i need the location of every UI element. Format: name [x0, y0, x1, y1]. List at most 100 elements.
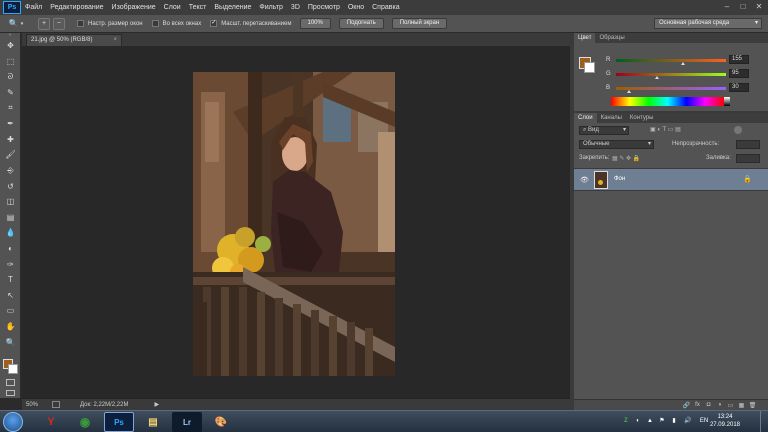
- link-layers-icon[interactable]: 🔗: [681, 402, 692, 409]
- eye-icon[interactable]: 👁: [580, 176, 589, 184]
- paint-icon[interactable]: 🎨: [206, 412, 236, 432]
- history-brush-tool-icon[interactable]: ↺: [0, 178, 21, 194]
- filter-toggle-icon[interactable]: [734, 126, 742, 134]
- layer-row-background[interactable]: 👁 Фон 🔒: [574, 168, 768, 191]
- quick-mask-icon[interactable]: [6, 379, 15, 386]
- menu-help[interactable]: Справка: [368, 0, 403, 15]
- type-tool-icon[interactable]: T: [0, 272, 21, 288]
- color-swatches[interactable]: [3, 359, 19, 375]
- menu-window[interactable]: Окно: [344, 0, 368, 15]
- blur-tool-icon[interactable]: 💧: [0, 225, 21, 241]
- canvas-area[interactable]: [22, 46, 570, 398]
- menu-type[interactable]: Текст: [185, 0, 211, 15]
- hand-tool-icon[interactable]: ✋: [0, 319, 21, 335]
- blue-track[interactable]: [616, 86, 726, 93]
- menu-layers[interactable]: Слои: [160, 0, 185, 15]
- gradient-tool-icon[interactable]: ▤: [0, 210, 21, 226]
- menu-edit[interactable]: Редактирование: [46, 0, 107, 15]
- close-button[interactable]: ✕: [752, 1, 766, 12]
- tab-color[interactable]: Цвет: [574, 33, 596, 43]
- yandex-browser-icon[interactable]: Y: [36, 412, 66, 432]
- eyedropper-tool-icon[interactable]: ✒: [0, 116, 21, 132]
- lasso-tool-icon[interactable]: ᘐ: [0, 69, 21, 85]
- black-white-ramp[interactable]: [724, 97, 730, 106]
- tray-arrow-icon[interactable]: ▲: [646, 417, 654, 425]
- document-image[interactable]: [193, 72, 395, 376]
- action-center-flag-icon[interactable]: ⚑: [658, 417, 666, 425]
- green-slider-thumb[interactable]: [654, 75, 659, 79]
- layer-mask-icon[interactable]: ◘: [703, 402, 714, 408]
- actual-pixels-button[interactable]: 100%: [299, 18, 331, 29]
- photoshop-taskbar-icon[interactable]: Ps: [104, 412, 134, 432]
- zoom-in-icon[interactable]: +: [38, 17, 50, 30]
- zoom-out-icon[interactable]: −: [53, 17, 65, 30]
- fit-screen-button[interactable]: Подогнать: [338, 18, 384, 29]
- tab-layers[interactable]: Слои: [574, 113, 597, 123]
- volume-icon[interactable]: 🔊: [684, 417, 692, 425]
- menu-select[interactable]: Выделение: [210, 0, 255, 15]
- status-menu-arrow-icon[interactable]: ▶: [154, 401, 159, 408]
- tray-z-icon[interactable]: Z: [622, 417, 630, 425]
- background-color-swatch[interactable]: [8, 364, 18, 374]
- menu-3d[interactable]: 3D: [287, 0, 304, 15]
- menu-filter[interactable]: Фильтр: [255, 0, 287, 15]
- workspace-select[interactable]: Основная рабочая среда ▾: [654, 18, 762, 29]
- red-track[interactable]: [616, 58, 726, 65]
- color-spectrum-bar[interactable]: [611, 97, 724, 106]
- lightroom-icon[interactable]: Lr: [172, 412, 202, 432]
- pen-tool-icon[interactable]: ✑: [0, 256, 21, 272]
- menu-image[interactable]: Изображение: [108, 0, 160, 15]
- zoom-tool-icon[interactable]: 🔍: [0, 334, 21, 350]
- green-value[interactable]: 95: [729, 69, 749, 78]
- zoom-level[interactable]: 50%: [26, 402, 38, 408]
- lock-icons[interactable]: ▦ ✎ ✥ 🔒: [612, 155, 640, 162]
- resize-windows-checkbox[interactable]: Настр. размер окон: [77, 20, 143, 27]
- battery-icon[interactable]: ▮: [670, 417, 678, 425]
- rectangle-tool-icon[interactable]: ▭: [0, 303, 21, 319]
- layer-name[interactable]: Фон: [614, 176, 625, 182]
- tool-preset-picker[interactable]: 🔍 ▾: [4, 17, 28, 31]
- menu-view[interactable]: Просмотр: [304, 0, 344, 15]
- scrubby-zoom-checkbox[interactable]: ✓ Масшт. перетаскиванием: [210, 20, 292, 27]
- minimize-button[interactable]: –: [720, 1, 734, 12]
- quick-select-tool-icon[interactable]: ✎: [0, 85, 21, 101]
- healing-brush-tool-icon[interactable]: ✚: [0, 132, 21, 148]
- document-tab[interactable]: 21.jpg @ 50% (RGB/8) ×: [26, 34, 122, 46]
- filter-type-icons[interactable]: ▣ ◐ T ▭ ▤: [650, 126, 681, 133]
- move-tool-icon[interactable]: ✥: [0, 38, 21, 54]
- fill-input[interactable]: [736, 154, 760, 163]
- layer-filter-select[interactable]: ⌕ Вид ▾: [579, 126, 629, 135]
- language-indicator[interactable]: EN: [698, 417, 710, 425]
- color-panel-background-swatch[interactable]: [584, 62, 595, 73]
- green-track[interactable]: [616, 72, 726, 79]
- trash-icon[interactable]: 🗑: [747, 402, 758, 409]
- red-slider-thumb[interactable]: [681, 61, 686, 65]
- fill-screen-button[interactable]: Полный экран: [391, 18, 448, 29]
- menu-file[interactable]: Файл: [21, 0, 46, 15]
- show-desktop-button[interactable]: [760, 411, 768, 432]
- close-icon[interactable]: ×: [113, 35, 117, 46]
- dodge-tool-icon[interactable]: ◐: [0, 241, 21, 257]
- tray-app-icon[interactable]: ◐: [634, 417, 642, 425]
- adjustment-layer-icon[interactable]: ◑: [714, 402, 725, 408]
- red-value[interactable]: 155: [729, 55, 749, 64]
- blue-slider-thumb[interactable]: [627, 89, 632, 93]
- crop-tool-icon[interactable]: ⌗: [0, 100, 21, 116]
- share-icon[interactable]: [52, 401, 61, 408]
- layer-style-icon[interactable]: fx: [692, 402, 703, 408]
- eraser-tool-icon[interactable]: ◫: [0, 194, 21, 210]
- start-button[interactable]: [3, 412, 23, 432]
- chrome-icon[interactable]: ◉: [70, 412, 100, 432]
- system-clock[interactable]: 13:24 27.09.2018: [710, 413, 740, 429]
- tab-swatches[interactable]: Образцы: [595, 33, 628, 43]
- screen-mode-icon[interactable]: [6, 390, 15, 396]
- path-select-tool-icon[interactable]: ↖: [0, 288, 21, 304]
- clone-stamp-tool-icon[interactable]: ⎆: [0, 163, 21, 179]
- brush-tool-icon[interactable]: 🖌: [0, 147, 21, 163]
- opacity-input[interactable]: [736, 140, 760, 149]
- blue-value[interactable]: 30: [729, 83, 749, 92]
- blend-mode-select[interactable]: Обычные ▾: [579, 140, 654, 149]
- new-layer-icon[interactable]: ▦: [736, 402, 747, 409]
- all-windows-checkbox[interactable]: Во всех окнах: [151, 20, 201, 27]
- tab-paths[interactable]: Контуры: [626, 113, 658, 123]
